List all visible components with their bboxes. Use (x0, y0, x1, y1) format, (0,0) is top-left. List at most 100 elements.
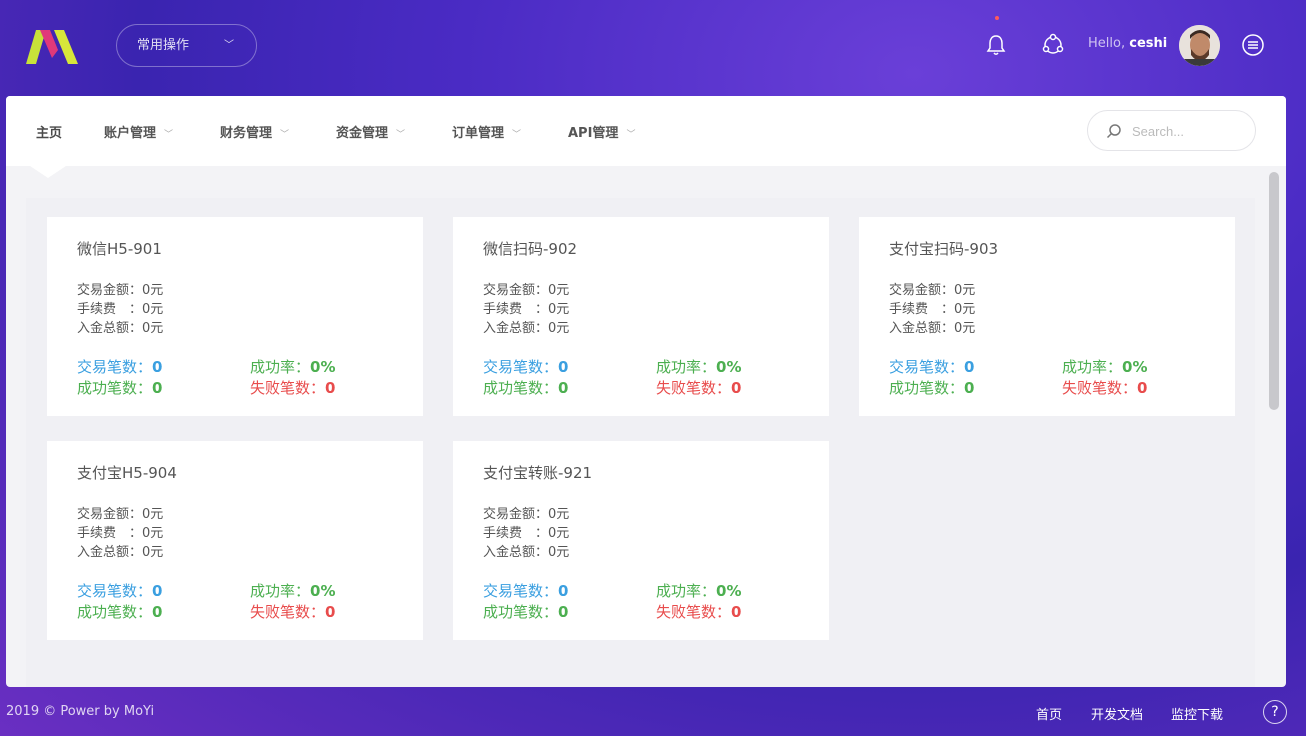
search-box (1087, 110, 1256, 151)
tx-count-value: 0 (152, 582, 163, 600)
fee-value: 0元 (548, 526, 570, 541)
amount-value: 0元 (142, 283, 164, 298)
nav-item-label: 订单管理 (452, 126, 505, 141)
amount-value: 0元 (548, 507, 570, 522)
channel-card: 支付宝H5-904 交易金额：0元 手续费 ：0元 入金总额：0元 交易笔数：0… (47, 441, 423, 640)
tx-count-value: 0 (152, 358, 163, 376)
footer-link-home[interactable]: 首页 (1036, 704, 1062, 723)
tx-count-value: 0 (558, 582, 569, 600)
fee-label: 手续费 ： (483, 526, 549, 541)
main-nav: 主页 账户管理 ﹀ 财务管理 ﹀ 资金管理 ﹀ 订单管理 ﹀ API管理 ﹀ (6, 96, 1286, 166)
nav-item-account[interactable]: 账户管理 ﹀ (104, 122, 173, 141)
success-count-stat: 成功笔数：0 (889, 377, 974, 398)
amount-label: 交易金额： (889, 283, 955, 298)
card-title: 支付宝扫码-903 (889, 240, 999, 258)
footer-link-download[interactable]: 监控下载 (1171, 704, 1223, 723)
nav-item-home[interactable]: 主页 (36, 122, 62, 141)
tx-count-value: 0 (558, 358, 569, 376)
nav-item-funds[interactable]: 资金管理 ﹀ (336, 122, 405, 141)
tx-count-label: 交易笔数： (889, 358, 965, 376)
nav-item-orders[interactable]: 订单管理 ﹀ (452, 122, 521, 141)
fee-value: 0元 (548, 302, 570, 317)
scrollbar-thumb[interactable] (1269, 172, 1279, 410)
success-count-label: 成功笔数： (483, 603, 559, 621)
quick-ops-label: 常用操作 (137, 38, 190, 53)
card-title: 微信H5-901 (77, 240, 162, 258)
fail-count-label: 失败笔数： (1062, 379, 1138, 397)
fail-count-stat: 失败笔数：0 (250, 377, 335, 398)
income-value: 0元 (548, 321, 570, 336)
income-value: 0元 (142, 321, 164, 336)
amount-row: 交易金额：0元 (77, 503, 163, 522)
success-count-label: 成功笔数： (889, 379, 965, 397)
amount-row: 交易金额：0元 (483, 503, 569, 522)
tx-count-stat: 交易笔数：0 (889, 356, 974, 377)
income-row: 入金总额：0元 (483, 541, 569, 560)
income-label: 入金总额： (77, 545, 143, 560)
menu-icon[interactable] (1240, 32, 1266, 58)
fee-row: 手续费 ：0元 (483, 522, 569, 541)
income-label: 入金总额： (77, 321, 143, 336)
tx-count-value: 0 (964, 358, 975, 376)
amount-label: 交易金额： (483, 507, 549, 522)
income-value: 0元 (954, 321, 976, 336)
quick-ops-dropdown[interactable]: 常用操作 ﹀ (116, 24, 257, 67)
avatar[interactable] (1179, 25, 1220, 66)
nav-item-label: API管理 (568, 126, 619, 141)
success-rate-stat: 成功率：0% (250, 580, 335, 601)
chevron-down-icon: ﹀ (626, 130, 636, 140)
channel-card: 微信H5-901 交易金额：0元 手续费 ：0元 入金总额：0元 交易笔数：0 … (47, 217, 423, 416)
bell-icon[interactable] (983, 32, 1009, 58)
nav-item-label: 财务管理 (220, 126, 273, 141)
fail-count-value: 0 (325, 603, 336, 621)
fee-label: 手续费 ： (483, 302, 549, 317)
nav-item-label: 主页 (36, 126, 63, 141)
fail-count-stat: 失败笔数：0 (1062, 377, 1147, 398)
search-input[interactable] (1132, 121, 1242, 141)
amount-value: 0元 (142, 507, 164, 522)
fee-value: 0元 (954, 302, 976, 317)
nav-item-label: 账户管理 (104, 126, 157, 141)
success-count-label: 成功笔数： (77, 603, 153, 621)
success-rate-stat: 成功率：0% (1062, 356, 1147, 377)
footer-copyright: 2019 © Power by MoYi (6, 704, 155, 719)
income-value: 0元 (142, 545, 164, 560)
amount-row: 交易金额：0元 (77, 279, 163, 298)
nav-item-api[interactable]: API管理 ﹀ (568, 122, 635, 141)
income-label: 入金总额： (889, 321, 955, 336)
income-value: 0元 (548, 545, 570, 560)
success-rate-stat: 成功率：0% (656, 356, 741, 377)
nav-item-finance[interactable]: 财务管理 ﹀ (220, 122, 289, 141)
success-rate-value: 0% (310, 358, 336, 376)
success-rate-label: 成功率： (1062, 358, 1123, 376)
notification-dot (995, 16, 999, 20)
channel-card: 支付宝扫码-903 交易金额：0元 手续费 ：0元 入金总额：0元 交易笔数：0… (859, 217, 1235, 416)
success-count-value: 0 (152, 603, 163, 621)
brand-logo[interactable] (26, 30, 78, 64)
fee-label: 手续费 ： (77, 526, 143, 541)
card-title: 支付宝H5-904 (77, 464, 177, 482)
amount-row: 交易金额：0元 (483, 279, 569, 298)
user-greeting: Hello, ceshi (1088, 36, 1167, 51)
help-button[interactable]: ? (1263, 700, 1287, 724)
chevron-down-icon: ﹀ (280, 130, 290, 140)
fee-row: 手续费 ：0元 (77, 522, 163, 541)
income-row: 入金总额：0元 (889, 317, 975, 336)
network-icon[interactable] (1040, 32, 1066, 58)
fail-count-value: 0 (325, 379, 336, 397)
active-nav-pointer (30, 166, 66, 178)
income-row: 入金总额：0元 (483, 317, 569, 336)
fee-row: 手续费 ：0元 (483, 298, 569, 317)
amount-label: 交易金额： (77, 283, 143, 298)
tx-count-stat: 交易笔数：0 (483, 356, 568, 377)
footer-link-docs[interactable]: 开发文档 (1091, 704, 1143, 723)
income-label: 入金总额： (483, 321, 549, 336)
success-count-value: 0 (152, 379, 163, 397)
success-count-label: 成功笔数： (483, 379, 559, 397)
success-count-stat: 成功笔数：0 (77, 601, 162, 622)
success-rate-label: 成功率： (250, 358, 311, 376)
amount-label: 交易金额： (77, 507, 143, 522)
amount-row: 交易金额：0元 (889, 279, 975, 298)
fail-count-stat: 失败笔数：0 (656, 601, 741, 622)
username: ceshi (1129, 36, 1168, 51)
